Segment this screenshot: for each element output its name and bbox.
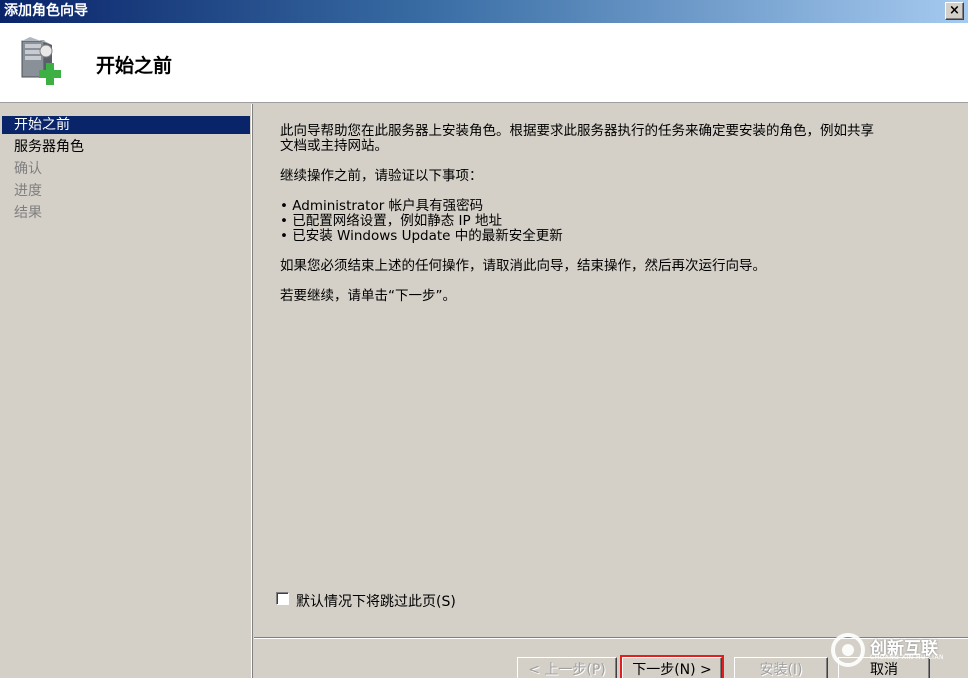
- continue-note: 若要继续，请单击“下一步”。: [280, 288, 456, 304]
- step-item-results: 结果: [14, 205, 42, 221]
- skip-page-label[interactable]: 默认情况下将跳过此页(S): [296, 591, 456, 611]
- watermark-logo: 创新互联 CHUANG XIN HU LIAN: [830, 630, 960, 670]
- step-item-progress: 进度: [14, 183, 42, 199]
- wizard-content: 此向导帮助您在此服务器上安装角色。根据要求此服务器执行的任务来确定要安装的角色，…: [254, 104, 968, 637]
- previous-button: < 上一步(P): [517, 657, 617, 678]
- watermark-icon: [831, 633, 865, 667]
- server-add-icon: [21, 37, 61, 85]
- cancel-note: 如果您必须结束上述的任何操作，请取消此向导，结束操作，然后再次运行向导。: [280, 258, 766, 274]
- page-title: 开始之前: [96, 55, 173, 77]
- next-button[interactable]: 下一步(N) >: [620, 655, 724, 678]
- bullet-item: • 已配置网络设置，例如静态 IP 地址: [280, 213, 502, 229]
- window-titlebar[interactable]: 添加角色向导 ×: [0, 0, 968, 23]
- bullet-item: • 已安装 Windows Update 中的最新安全更新: [280, 228, 563, 244]
- bullet-item: • Administrator 帐户具有强密码: [280, 198, 484, 214]
- close-button[interactable]: ×: [945, 2, 964, 20]
- wizard-header: 开始之前: [0, 23, 968, 103]
- wizard-steps-sidebar: 开始之前 服务器角色 确认 进度 结果: [0, 104, 252, 678]
- step-item-before-you-begin[interactable]: 开始之前: [2, 116, 250, 134]
- step-item-server-roles[interactable]: 服务器角色: [2, 138, 250, 156]
- watermark-sub: CHUANG XIN HU LIAN: [870, 654, 945, 661]
- step-item-confirmation: 确认: [14, 161, 42, 177]
- verify-heading: 继续操作之前，请验证以下事项：: [280, 168, 483, 184]
- install-button: 安装(I): [734, 657, 828, 678]
- skip-page-checkbox[interactable]: [276, 592, 289, 605]
- intro-text-line1: 此向导帮助您在此服务器上安装角色。根据要求此服务器执行的任务来确定要安装的角色，…: [280, 123, 874, 139]
- intro-text-line2: 文档或主持网站。: [280, 138, 388, 154]
- window-title: 添加角色向导: [4, 3, 88, 19]
